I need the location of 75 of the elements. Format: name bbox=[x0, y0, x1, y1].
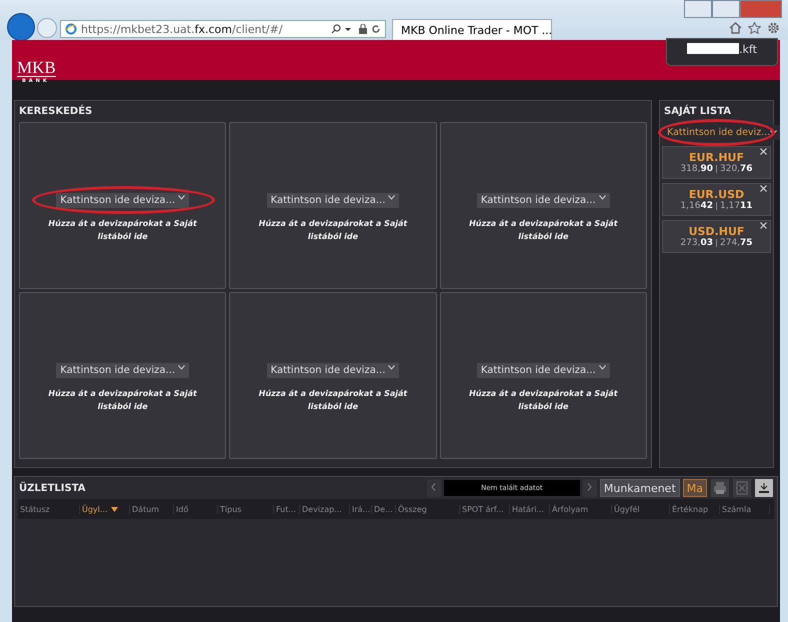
chevron-down-icon bbox=[388, 364, 396, 370]
column-header[interactable]: Típus bbox=[218, 504, 274, 514]
column-header[interactable]: SPOT árf... bbox=[460, 504, 510, 514]
column-header[interactable]: Ügyfél bbox=[612, 504, 670, 514]
close-icon[interactable] bbox=[760, 148, 767, 155]
currency-pair: EUR.HUF bbox=[689, 151, 744, 164]
currency-pair-dropdown[interactable]: Kattintson ide deviza... bbox=[476, 362, 610, 378]
close-icon[interactable] bbox=[760, 222, 767, 229]
drop-hint: Húzza át a devizapárokat a Saját listából ide bbox=[258, 218, 408, 242]
column-header[interactable]: Státusz bbox=[18, 504, 80, 514]
column-header[interactable]: Idő bbox=[174, 504, 218, 514]
print-button[interactable] bbox=[711, 479, 729, 497]
panel-title: ÜZLETLISTA bbox=[18, 480, 86, 496]
column-header[interactable]: Devizap... bbox=[300, 504, 350, 514]
filter-button[interactable]: Ma bbox=[682, 479, 707, 497]
minimize-button[interactable] bbox=[684, 0, 712, 18]
sort-down-icon bbox=[110, 506, 118, 512]
settings-icon[interactable] bbox=[767, 22, 780, 34]
panel-title: SAJÁT LISTA bbox=[663, 104, 732, 119]
address-field[interactable]: https://mkbet23.uat.fx.com/client/#/ bbox=[60, 20, 386, 38]
currency-pair: USD.HUF bbox=[688, 225, 744, 238]
refresh-icon[interactable] bbox=[371, 24, 381, 34]
drop-hint: Húzza át a devizapárokat a Saját listából ide bbox=[48, 218, 198, 242]
column-header[interactable]: Határi... bbox=[510, 504, 550, 514]
currency-pair-dropdown[interactable]: Kattintson ide deviza... bbox=[56, 362, 190, 378]
column-header[interactable]: De... bbox=[372, 504, 396, 514]
chevron-down-icon bbox=[178, 194, 186, 200]
browser-tab[interactable]: MKB Online Trader - MOT ... bbox=[392, 19, 552, 40]
rate-text: 318,90 320,76 bbox=[680, 164, 753, 174]
currency-pair: EUR.USD bbox=[688, 188, 744, 201]
drop-hint: Húzza át a devizapárokat a Saját listából ide bbox=[468, 388, 618, 412]
drop-hint: Húzza át a devizapárokat a Saját listából ide bbox=[48, 388, 198, 412]
column-header[interactable]: Összeg bbox=[396, 504, 460, 514]
star-icon[interactable] bbox=[748, 22, 761, 34]
user-menu[interactable]: .kft bbox=[666, 38, 778, 66]
back-button[interactable] bbox=[7, 13, 35, 41]
drop-hint: Húzza át a devizapárokat a Saját listából ide bbox=[258, 388, 408, 412]
rate-text: 273,03 274,75 bbox=[680, 238, 753, 248]
rate-card[interactable]: USD.HUF 273,03 274,75 bbox=[662, 220, 771, 253]
download-button[interactable] bbox=[755, 479, 773, 497]
next-button[interactable] bbox=[582, 479, 597, 497]
browser-e-icon bbox=[65, 23, 77, 35]
chevron-down-icon bbox=[388, 194, 396, 200]
column-header[interactable]: Ügyl... bbox=[80, 504, 130, 514]
printer-icon bbox=[713, 481, 727, 495]
chevron-left-icon bbox=[431, 482, 436, 490]
column-header[interactable]: Értéknap bbox=[670, 504, 720, 514]
logo: MKB bbox=[17, 60, 56, 77]
column-header[interactable]: Árfolyam bbox=[550, 504, 612, 514]
rate-card[interactable]: EUR.HUF 318,90 320,76 bbox=[662, 146, 771, 179]
chevron-down-icon bbox=[770, 130, 778, 135]
chevron-down-icon bbox=[598, 194, 606, 200]
download-icon bbox=[757, 481, 771, 495]
rate-text: 1,1642 1,1711 bbox=[680, 201, 753, 211]
currency-pair-dropdown[interactable]: Kattintson ide deviza... bbox=[56, 192, 190, 208]
column-header[interactable]: Fut... bbox=[274, 504, 300, 514]
column-header[interactable]: Dátum bbox=[130, 504, 174, 514]
excel-file-icon bbox=[735, 481, 749, 495]
close-icon[interactable] bbox=[760, 185, 767, 192]
home-icon[interactable] bbox=[729, 22, 742, 34]
currency-pair-dropdown[interactable]: Kattintson ide deviza... bbox=[266, 362, 400, 378]
column-header[interactable]: Irá... bbox=[350, 504, 372, 514]
rate-card[interactable]: EUR.USD 1,1642 1,1711 bbox=[662, 183, 771, 216]
panel-title: KERESKEDÉS bbox=[18, 104, 94, 119]
drop-hint: Húzza át a devizapárokat a Saját listából ide bbox=[468, 218, 618, 242]
chevron-down-icon bbox=[178, 364, 186, 370]
currency-pair-dropdown[interactable]: Kattintson ide deviza... bbox=[476, 192, 610, 208]
maximize-button[interactable] bbox=[712, 0, 740, 18]
previous-button[interactable] bbox=[426, 479, 441, 497]
filter-button[interactable]: Munkamenet bbox=[600, 479, 680, 497]
lock-icon bbox=[359, 24, 367, 34]
currency-pair-dropdown[interactable]: Kattintson ide deviza... bbox=[266, 192, 400, 208]
chevron-right-icon bbox=[587, 482, 592, 490]
column-header[interactable]: Számla bbox=[720, 504, 770, 514]
chevron-down-icon bbox=[598, 364, 606, 370]
